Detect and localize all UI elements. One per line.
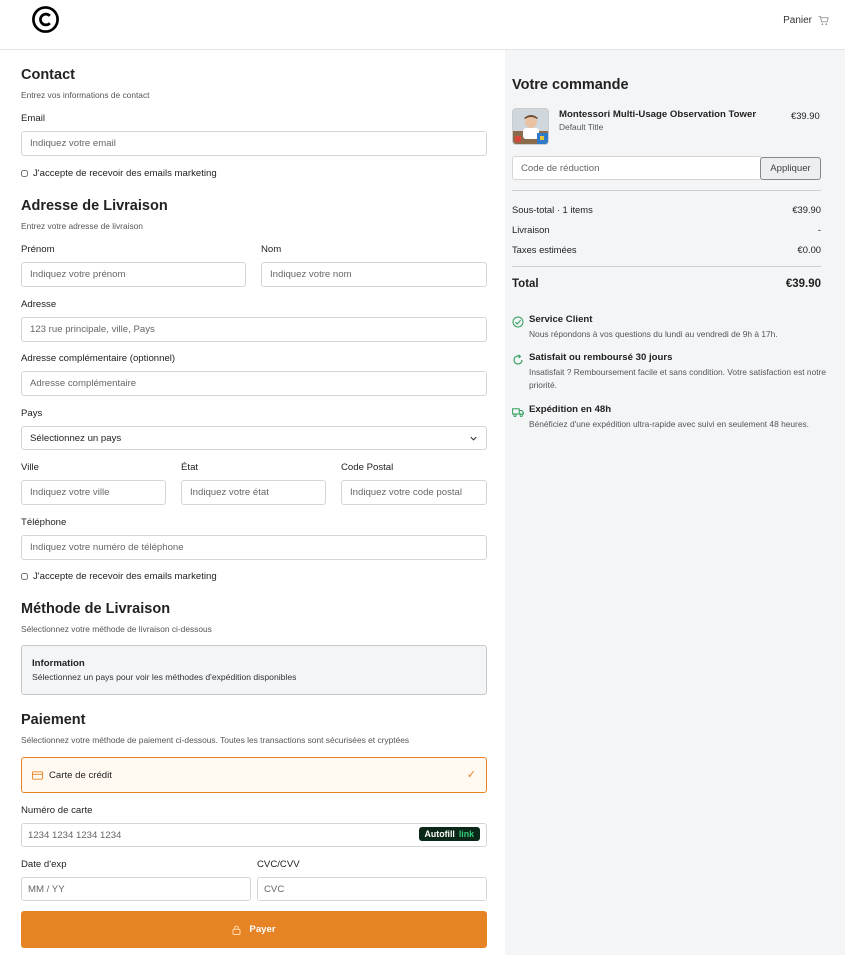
feature-title: Service Client: [529, 314, 593, 325]
feature-text: Bénéficiez d'une expédition ultra-rapide…: [529, 419, 810, 429]
product-price: €39.90: [791, 110, 820, 121]
contact-marketing-checkbox-input[interactable]: [21, 170, 28, 177]
taxes-label: Taxes estimées: [512, 244, 577, 255]
first-name-label: Prénom: [21, 244, 55, 255]
contact-marketing-label: J'accepte de recevoir des emails marketi…: [33, 168, 217, 179]
pay-button-label: Payer: [249, 924, 276, 935]
taxes-value: €0.00: [797, 244, 821, 255]
phone-label: Téléphone: [21, 517, 67, 528]
state-label: État: [181, 462, 199, 473]
credit-card-option[interactable]: Carte de crédit ✓: [21, 757, 487, 793]
credit-card-icon: [32, 770, 43, 780]
address2-label: Adresse complémentaire (optionnel): [21, 353, 176, 364]
shipping-address-subtitle: Entrez votre adresse de livraison: [21, 221, 143, 231]
shipping-marketing-label: J'accepte de recevoir des emails marketi…: [33, 571, 217, 582]
refresh-icon: [513, 354, 523, 365]
subtotal-label: Sous-total · 1 items: [512, 204, 593, 215]
zip-label: Code Postal: [341, 462, 394, 473]
contact-title: Contact: [21, 67, 75, 83]
autofill-link-button[interactable]: Autofill link: [418, 827, 480, 841]
state-field[interactable]: [181, 480, 326, 505]
product-variant: Default Title: [559, 122, 604, 132]
order-title: Votre commande: [512, 77, 629, 93]
shipping-marketing-checkbox[interactable]: J'accepte de recevoir des emails marketi…: [21, 571, 217, 582]
taxes-row: Taxes estimées €0.00: [512, 244, 821, 255]
shipping-address-title: Adresse de Livraison: [21, 198, 168, 214]
cart-link[interactable]: Panier: [783, 15, 829, 26]
zip-field[interactable]: [341, 480, 487, 505]
shipping-method-title: Méthode de Livraison: [21, 601, 171, 617]
address-field[interactable]: [21, 317, 487, 342]
payment-title: Paiement: [21, 712, 86, 728]
card-number-field[interactable]: [21, 823, 487, 847]
subtotal-row: Sous-total · 1 items €39.90: [512, 204, 821, 215]
chevron-down-icon: [470, 436, 477, 441]
truck-icon: [512, 408, 524, 417]
city-field[interactable]: [21, 480, 166, 505]
email-field[interactable]: [21, 131, 487, 156]
country-select[interactable]: Sélectionnez un pays: [21, 426, 487, 450]
exp-field[interactable]: [21, 877, 251, 901]
feature-title: Satisfait ou remboursé 30 jours: [529, 352, 673, 363]
email-label: Email: [21, 113, 45, 124]
cart-label: Panier: [783, 15, 812, 26]
feature-customer-service: Service Client Nous répondons à vos ques…: [512, 314, 827, 342]
contact-subtitle: Entrez vos informations de contact: [21, 90, 150, 100]
divider: [512, 266, 821, 267]
country-label: Pays: [21, 408, 43, 419]
shipping-cost-label: Livraison: [512, 224, 550, 235]
feature-text: Insatisfait ? Remboursement facile et sa…: [529, 367, 827, 390]
lock-icon: [232, 925, 241, 935]
cvc-field[interactable]: [257, 877, 487, 901]
cart-icon: [818, 15, 829, 25]
shipping-method-subtitle: Sélectionnez votre méthode de livraison …: [21, 624, 212, 634]
pay-button[interactable]: Payer: [21, 911, 487, 948]
total-value: €39.90: [785, 278, 821, 290]
shipping-cost-value: -: [817, 224, 821, 235]
exp-label: Date d'exp: [21, 859, 67, 870]
payment-subtitle: Sélectionnez votre méthode de paiement c…: [21, 735, 410, 745]
link-label: link: [458, 829, 474, 839]
credit-card-label: Carte de crédit: [49, 769, 112, 781]
check-icon: ✓: [466, 769, 476, 781]
last-name-field[interactable]: [261, 262, 487, 287]
shipping-info-text: Sélectionnez un pays pour voir les métho…: [32, 672, 297, 682]
total-label: Total: [512, 278, 539, 290]
address2-field[interactable]: [21, 371, 487, 396]
card-number-wrapper: Autofill link: [21, 823, 487, 847]
subtotal-value: €39.90: [792, 204, 821, 215]
contact-marketing-checkbox[interactable]: J'accepte de recevoir des emails marketi…: [21, 168, 217, 179]
shipping-info-title: Information: [32, 658, 85, 669]
card-number-label: Numéro de carte: [21, 805, 93, 816]
last-name-label: Nom: [261, 244, 282, 255]
product-image: [513, 109, 548, 144]
feature-refund: Satisfait ou remboursé 30 jours Insatisf…: [512, 352, 827, 394]
apply-discount-button[interactable]: Appliquer: [760, 157, 821, 180]
header: Panier: [0, 0, 845, 50]
check-circle-icon: [512, 316, 524, 328]
feature-text: Nous répondons à vos questions du lundi …: [529, 329, 778, 339]
feature-shipping: Expédition en 48h Bénéficiez d'une expéd…: [512, 404, 827, 432]
product-thumbnail: [512, 108, 549, 145]
first-name-field[interactable]: [21, 262, 246, 287]
address-label: Adresse: [21, 299, 57, 310]
city-label: Ville: [21, 462, 39, 473]
divider: [512, 190, 821, 191]
autofill-label: Autofill: [424, 829, 455, 839]
country-select-value: Sélectionnez un pays: [30, 432, 122, 444]
cvc-label: CVC/CVV: [257, 859, 300, 870]
copyright-logo-icon[interactable]: [31, 5, 60, 34]
shipping-info-box: Information Sélectionnez un pays pour vo…: [21, 645, 487, 695]
phone-field[interactable]: [21, 535, 487, 560]
total-row: Total €39.90: [512, 278, 821, 290]
shipping-marketing-checkbox-input[interactable]: [21, 573, 28, 580]
feature-title: Expédition en 48h: [529, 404, 612, 415]
discount-code-field[interactable]: [512, 156, 762, 180]
shipping-row: Livraison -: [512, 224, 821, 235]
product-name: Montessori Multi-Usage Observation Tower: [559, 109, 757, 120]
